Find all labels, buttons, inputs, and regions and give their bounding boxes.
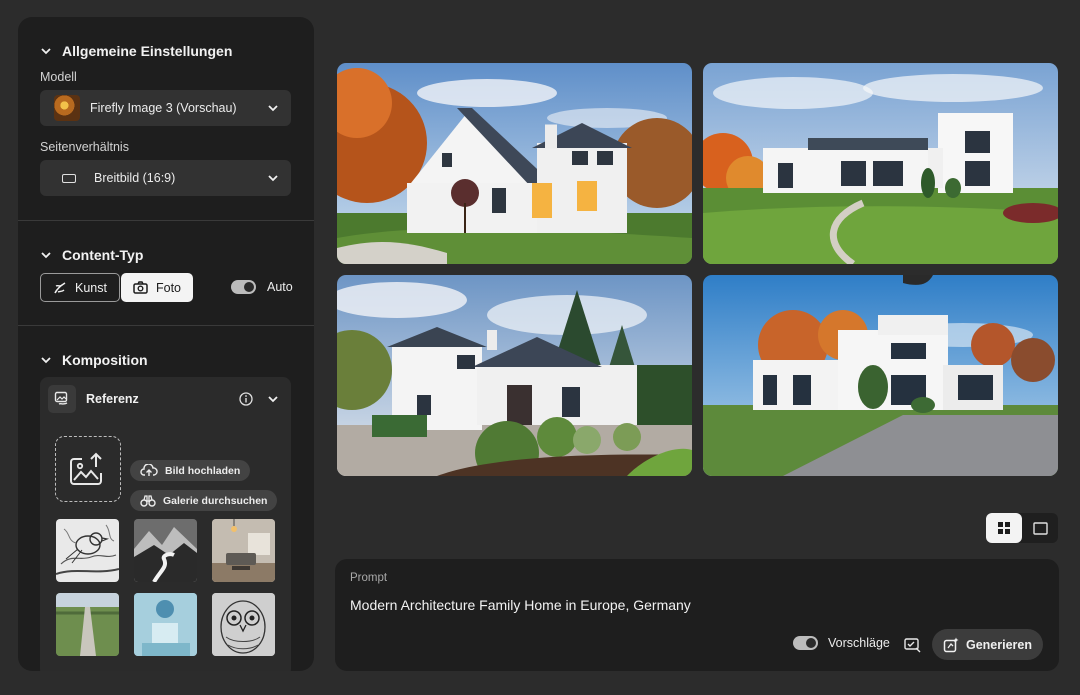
content-type-art-button[interactable]: Kunst xyxy=(40,273,120,302)
result-image-1[interactable] xyxy=(337,63,692,264)
auto-toggle[interactable]: Auto xyxy=(231,280,293,294)
chevron-down-icon xyxy=(268,175,278,182)
grid-view-button[interactable] xyxy=(986,513,1022,543)
reference-card: Referenz Bild hochladen Galerie durchsuc… xyxy=(40,377,291,671)
widescreen-icon xyxy=(62,173,76,183)
content-type-art-label: Kunst xyxy=(75,280,107,295)
single-view-button[interactable] xyxy=(1022,513,1058,543)
model-value: Firefly Image 3 (Vorschau) xyxy=(90,101,237,115)
section-divider xyxy=(18,220,314,221)
suggestions-toggle[interactable]: Vorschläge xyxy=(793,636,890,650)
general-settings-header[interactable]: Allgemeine Einstellungen xyxy=(40,43,232,59)
prompt-panel: Prompt Modern Architecture Family Home i… xyxy=(335,559,1059,671)
reference-image-icon xyxy=(54,391,68,405)
reference-thumbnail-bird-sketch[interactable] xyxy=(56,519,119,582)
camera-icon xyxy=(133,281,148,294)
cloud-upload-icon xyxy=(140,464,158,476)
aspect-ratio-label: Seitenverhältnis xyxy=(40,140,129,154)
composition-header[interactable]: Komposition xyxy=(40,352,148,368)
prompt-input[interactable]: Modern Architecture Family Home in Europ… xyxy=(350,597,691,613)
upload-image-button[interactable]: Bild hochladen xyxy=(130,460,251,481)
browse-gallery-button[interactable]: Galerie durchsuchen xyxy=(130,490,278,511)
reference-icon-box xyxy=(48,385,76,413)
chevron-down-icon xyxy=(268,105,278,112)
model-thumbnail xyxy=(54,95,80,121)
reference-thumbnail-living-room[interactable] xyxy=(212,519,275,582)
upload-dropzone[interactable] xyxy=(55,436,121,502)
brush-icon xyxy=(54,281,66,293)
prompt-settings-icon[interactable] xyxy=(904,637,921,653)
reference-header[interactable]: Referenz xyxy=(48,385,283,413)
info-icon[interactable] xyxy=(239,392,253,406)
grid-icon xyxy=(998,522,1010,534)
generate-icon xyxy=(943,637,959,652)
content-type-header[interactable]: Content-Typ xyxy=(40,247,143,263)
model-label: Modell xyxy=(40,70,77,84)
result-image-4[interactable] xyxy=(703,275,1058,476)
chevron-down-icon xyxy=(41,357,51,364)
reference-thumbnail-field-road[interactable] xyxy=(56,593,119,656)
reference-thumbnail-owl-mandala[interactable] xyxy=(212,593,275,656)
content-type-title: Content-Typ xyxy=(62,247,144,263)
aspect-ratio-select[interactable]: Breitbild (16:9) xyxy=(40,160,291,196)
reference-title: Referenz xyxy=(86,392,139,406)
content-type-photo-button[interactable]: Foto xyxy=(121,273,194,302)
single-image-icon xyxy=(1032,521,1048,535)
browse-gallery-label: Galerie durchsuchen xyxy=(163,494,268,507)
aspect-ratio-value: Breitbild (16:9) xyxy=(94,171,176,185)
settings-sidebar: Allgemeine Einstellungen Modell Firefly … xyxy=(18,17,314,671)
auto-label: Auto xyxy=(267,280,293,294)
model-select[interactable]: Firefly Image 3 (Vorschau) xyxy=(40,90,291,126)
upload-image-label: Bild hochladen xyxy=(165,464,241,477)
chevron-down-icon xyxy=(41,48,51,55)
chevron-down-icon xyxy=(41,252,51,259)
view-mode-toggle xyxy=(986,513,1058,543)
composition-title: Komposition xyxy=(62,352,148,368)
reference-thumbnail-sphere-pedestal[interactable] xyxy=(134,593,197,656)
general-settings-title: Allgemeine Einstellungen xyxy=(62,43,233,59)
content-type-photo-label: Foto xyxy=(156,280,182,295)
result-image-3[interactable] xyxy=(337,275,692,476)
suggestions-label: Vorschläge xyxy=(828,636,890,650)
binoculars-icon xyxy=(140,494,156,507)
chevron-down-icon[interactable] xyxy=(267,393,279,405)
result-image-2[interactable] xyxy=(703,63,1058,264)
auto-switch[interactable] xyxy=(231,280,256,294)
reference-thumbnail-mountain-river[interactable] xyxy=(134,519,197,582)
generate-label: Generieren xyxy=(965,637,1032,652)
section-divider xyxy=(18,325,314,326)
suggestions-switch[interactable] xyxy=(793,636,818,650)
generate-button[interactable]: Generieren xyxy=(932,629,1043,660)
upload-image-icon xyxy=(70,452,102,485)
prompt-label: Prompt xyxy=(350,572,388,584)
